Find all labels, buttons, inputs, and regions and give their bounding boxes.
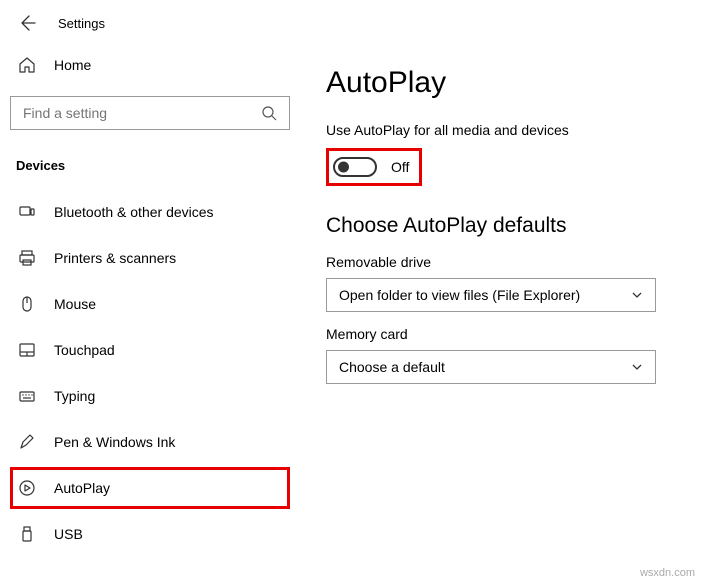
sidebar-item-printers[interactable]: Printers & scanners xyxy=(10,237,290,279)
toggle-state-label: Off xyxy=(391,159,409,175)
sidebar: Home Devices Bluetooth & other devices P… xyxy=(0,46,300,587)
sidebar-item-label: Mouse xyxy=(54,296,96,312)
home-label: Home xyxy=(54,57,91,73)
sidebar-item-pen[interactable]: Pen & Windows Ink xyxy=(10,421,290,463)
window-header: Settings xyxy=(0,0,705,46)
home-icon xyxy=(18,56,36,74)
home-nav[interactable]: Home xyxy=(10,46,290,84)
watermark: wsxdn.com xyxy=(640,567,695,579)
mouse-icon xyxy=(18,295,36,313)
sidebar-item-label: Bluetooth & other devices xyxy=(54,204,214,220)
sidebar-item-label: USB xyxy=(54,526,83,542)
sidebar-item-bluetooth[interactable]: Bluetooth & other devices xyxy=(10,191,290,233)
sidebar-item-label: Touchpad xyxy=(54,342,115,358)
page-title: AutoPlay xyxy=(326,66,679,100)
sidebar-section-title: Devices xyxy=(10,152,290,187)
sidebar-item-label: Pen & Windows Ink xyxy=(54,434,175,450)
removable-drive-dropdown[interactable]: Open folder to view files (File Explorer… xyxy=(326,278,656,312)
sidebar-item-typing[interactable]: Typing xyxy=(10,375,290,417)
sidebar-item-label: Printers & scanners xyxy=(54,250,176,266)
removable-drive-label: Removable drive xyxy=(326,254,679,270)
search-input[interactable] xyxy=(10,96,290,130)
chevron-down-icon xyxy=(631,289,643,301)
autoplay-icon xyxy=(18,479,36,497)
sidebar-item-usb[interactable]: USB xyxy=(10,513,290,555)
autoplay-toggle[interactable] xyxy=(333,157,377,177)
search-field[interactable] xyxy=(23,105,261,121)
header-title: Settings xyxy=(58,16,105,31)
touchpad-icon xyxy=(18,341,36,359)
chevron-down-icon xyxy=(631,361,643,373)
toggle-description: Use AutoPlay for all media and devices xyxy=(326,122,679,138)
main-content: AutoPlay Use AutoPlay for all media and … xyxy=(300,46,705,587)
sidebar-item-touchpad[interactable]: Touchpad xyxy=(10,329,290,371)
defaults-heading: Choose AutoPlay defaults xyxy=(326,214,679,238)
sidebar-item-mouse[interactable]: Mouse xyxy=(10,283,290,325)
memory-card-dropdown[interactable]: Choose a default xyxy=(326,350,656,384)
sidebar-item-label: AutoPlay xyxy=(54,480,110,496)
toggle-knob xyxy=(338,162,349,173)
sidebar-item-autoplay[interactable]: AutoPlay xyxy=(10,467,290,509)
back-icon[interactable] xyxy=(18,14,36,32)
autoplay-toggle-row: Off xyxy=(326,148,422,186)
dropdown-value: Choose a default xyxy=(339,359,445,375)
dropdown-value: Open folder to view files (File Explorer… xyxy=(339,287,580,303)
sidebar-item-label: Typing xyxy=(54,388,95,404)
search-icon xyxy=(261,105,277,121)
memory-card-label: Memory card xyxy=(326,326,679,342)
keyboard-icon xyxy=(18,387,36,405)
devices-icon xyxy=(18,203,36,221)
usb-icon xyxy=(18,525,36,543)
printer-icon xyxy=(18,249,36,267)
pen-icon xyxy=(18,433,36,451)
